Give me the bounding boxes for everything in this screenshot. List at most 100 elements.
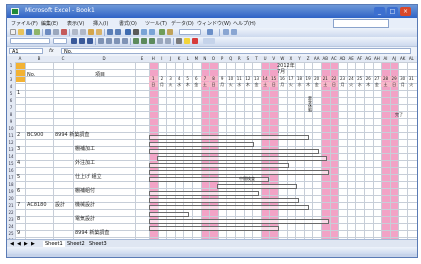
align-center-icon[interactable]	[106, 38, 112, 44]
toolbar-divider	[173, 38, 174, 45]
percent-icon[interactable]	[141, 38, 147, 44]
day-number: 19	[305, 76, 311, 81]
gantt-bar[interactable]	[149, 170, 329, 175]
menu-help[interactable]: ヘルプ(H)	[233, 20, 256, 27]
gantt-bar[interactable]	[149, 191, 259, 196]
menu-tools[interactable]: ツール(T)	[145, 20, 167, 27]
copy-icon[interactable]	[80, 29, 86, 35]
day-weekday: 金	[314, 82, 319, 87]
new-icon[interactable]	[10, 29, 16, 35]
gantt-bar[interactable]	[157, 156, 327, 161]
formula-input[interactable]: No.	[61, 48, 411, 55]
hyperlink-icon[interactable]	[125, 29, 131, 35]
day-number: 14	[260, 76, 270, 81]
autosum-icon[interactable]	[133, 29, 139, 35]
column-gridline	[398, 62, 400, 239]
column-letter: O	[211, 56, 216, 61]
sort-descending-icon[interactable]	[149, 29, 155, 35]
maximize-button[interactable]: □	[387, 7, 398, 16]
row-number: 8	[9, 112, 13, 117]
underline-icon[interactable]	[87, 38, 93, 44]
format-painter-icon[interactable]	[96, 29, 102, 35]
day-number: 4	[177, 76, 181, 81]
close-button[interactable]: ×	[400, 7, 411, 16]
permission-icon[interactable]	[34, 29, 40, 35]
day-weekday: 日	[269, 82, 278, 87]
menu-edit[interactable]: 編集(E)	[41, 20, 58, 27]
comma-style-icon[interactable]	[149, 38, 155, 44]
column-letter: H	[151, 56, 155, 61]
row-gridline	[15, 118, 417, 119]
font-select[interactable]	[10, 38, 50, 44]
holiday-column	[390, 62, 399, 239]
menu-window[interactable]: ウィンドウ(W)	[197, 20, 231, 27]
gantt-bar[interactable]	[149, 163, 289, 168]
excel-app-icon	[11, 8, 19, 15]
column-letter: M	[194, 56, 199, 61]
cut-icon[interactable]	[72, 29, 78, 35]
column-letter: V	[272, 56, 276, 61]
menu-view[interactable]: 表示(V)	[67, 20, 84, 27]
currency-icon[interactable]	[133, 38, 139, 44]
column-letter: AI	[383, 56, 388, 61]
spreadsheet-grid[interactable]: A B C D E H I J K L M N O P Q R S T U V W X Y Z AA AB AC AD AE AF AG AH…	[7, 56, 417, 239]
gantt-bar[interactable]	[149, 135, 309, 140]
redo-icon[interactable]	[115, 29, 121, 35]
day-number: 10	[228, 76, 234, 81]
minimize-button[interactable]: _	[374, 7, 385, 16]
day-weekday: 火	[409, 82, 414, 87]
name-box[interactable]: A1	[9, 48, 43, 55]
font-color-icon[interactable]	[192, 38, 198, 44]
save-icon[interactable]	[26, 29, 32, 35]
toolbar-options-icon[interactable]	[203, 38, 215, 44]
column-letter: I	[161, 56, 163, 61]
paste-icon[interactable]	[88, 29, 94, 35]
menu-data[interactable]: データ(D)	[171, 20, 194, 27]
gantt-bar[interactable]	[149, 205, 309, 210]
gantt-bar[interactable]	[217, 184, 297, 189]
column-gridline	[381, 62, 383, 239]
toolbar-options-icon[interactable]	[223, 29, 229, 35]
gantt-bar[interactable]	[149, 226, 279, 231]
merge-center-icon[interactable]	[122, 38, 128, 44]
sort-ascending-icon[interactable]	[141, 29, 147, 35]
help-icon[interactable]	[207, 29, 213, 35]
spelling-icon[interactable]	[61, 29, 67, 35]
column-letter: AJ	[392, 56, 397, 61]
decrease-indent-icon[interactable]	[157, 38, 163, 44]
open-icon[interactable]	[18, 29, 24, 35]
zoom-select[interactable]	[179, 29, 201, 35]
increase-indent-icon[interactable]	[165, 38, 171, 44]
align-left-icon[interactable]	[98, 38, 104, 44]
align-right-icon[interactable]	[114, 38, 120, 44]
gantt-bar[interactable]	[149, 142, 254, 147]
print-preview-icon[interactable]	[53, 29, 59, 35]
bold-icon[interactable]	[71, 38, 77, 44]
column-letter: W	[280, 56, 285, 61]
menu-insert[interactable]: 挿入(I)	[93, 20, 108, 27]
gantt-bar[interactable]	[149, 198, 299, 203]
header-highlight-cell[interactable]	[15, 62, 25, 82]
day-number: 31	[408, 76, 414, 81]
italic-icon[interactable]	[79, 38, 85, 44]
chart-wizard-icon[interactable]	[159, 29, 165, 35]
column-letter: R	[237, 56, 241, 61]
fill-color-icon[interactable]	[184, 38, 190, 44]
borders-icon[interactable]	[176, 38, 182, 44]
formatting-toolbar	[7, 37, 417, 46]
help-search-input[interactable]	[333, 19, 389, 28]
print-icon[interactable]	[45, 29, 51, 35]
gantt-bar[interactable]	[149, 219, 329, 224]
menu-file[interactable]: ファイル(F)	[11, 20, 38, 27]
undo-icon[interactable]	[107, 29, 113, 35]
gantt-bar[interactable]	[149, 149, 319, 154]
toolbar-options-icon[interactable]	[231, 29, 237, 35]
fx-icon[interactable]: fx	[49, 48, 54, 54]
font-size-select[interactable]	[53, 38, 67, 44]
holiday-column	[330, 62, 339, 239]
gantt-bar[interactable]	[149, 212, 189, 217]
drawing-icon[interactable]	[167, 29, 173, 35]
column-gridline	[364, 62, 365, 239]
menu-format[interactable]: 書式(O)	[119, 20, 137, 27]
task-no: 8	[17, 216, 21, 222]
